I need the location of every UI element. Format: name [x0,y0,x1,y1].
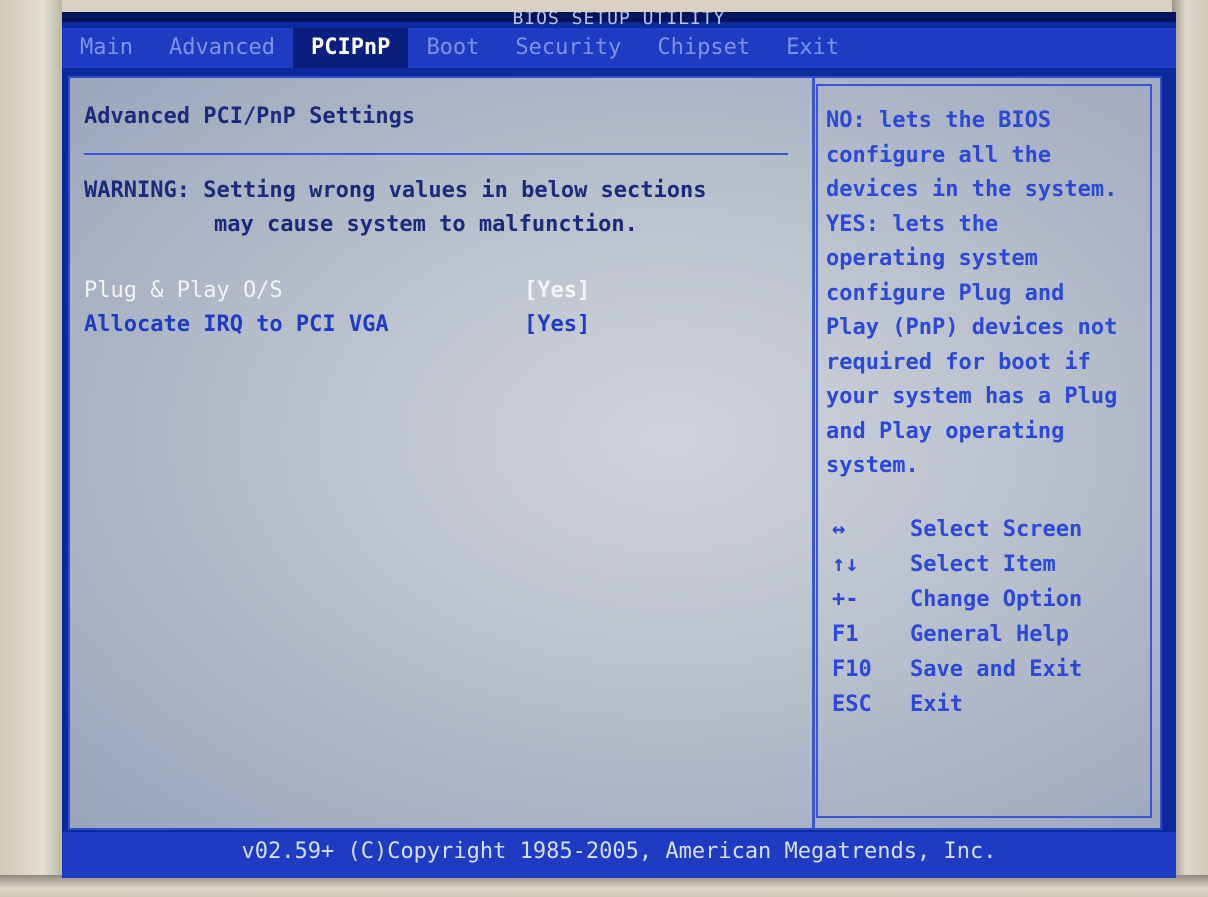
option-allocate-irq-pci-vga[interactable]: Allocate IRQ to PCI VGA [Yes] [84,309,784,341]
help-line: NO: lets the BIOS [826,108,1052,133]
monitor-bezel-right [1172,0,1208,897]
help-line: configure all the [826,142,1052,168]
warning-text-line1: WARNING: Setting wrong values in below s… [84,178,707,203]
key-name: F10 [832,657,872,682]
option-plug-and-play-os[interactable]: Plug & Play O/S [Yes] [84,275,784,307]
key-legend-row: F10 Save and Exit [832,652,1152,687]
help-line: operating system [826,246,1038,271]
option-label: Plug & Play O/S [84,278,283,303]
tab-bar: Main Advanced PCIPnP Boot Security Chips… [62,28,1176,68]
tab-main[interactable]: Main [62,28,151,68]
key-legend-row: F1 General Help [832,617,1152,652]
monitor-bezel-bottom [0,875,1208,897]
page-title: Advanced PCI/PnP Settings [84,104,416,129]
help-line: system. [826,453,919,478]
key-legend-row: +- Change Option [832,582,1152,617]
settings-list-pane: Advanced PCI/PnP Settings WARNING: Setti… [84,78,804,818]
up-down-arrow-icon: ↑↓ [832,552,859,577]
key-legend-row: ESC Exit [832,687,1152,722]
help-line: devices in the system. [826,177,1118,202]
plus-minus-icon: +- [832,587,859,612]
key-description: Change Option [910,587,1083,612]
option-label: Allocate IRQ to PCI VGA [84,312,389,337]
pane-divider [812,78,815,828]
key-name: F1 [832,622,859,647]
key-description: Select Item [910,552,1056,577]
key-description: Exit [910,692,963,717]
key-name: ESC [832,692,872,717]
help-line: Play (PnP) devices not [826,315,1118,340]
key-description: General Help [910,622,1069,647]
monitor-bezel-left [0,0,62,897]
help-line: YES: lets the [826,211,999,237]
help-line: required for boot if [826,349,1091,375]
tab-boot[interactable]: Boot [408,28,497,68]
key-description: Select Screen [910,517,1083,542]
option-value[interactable]: [Yes] [524,309,590,341]
help-line: and Play operating [826,418,1065,444]
tab-advanced[interactable]: Advanced [151,28,293,68]
heading-divider [84,153,788,155]
help-line: configure Plug and [826,280,1065,306]
tab-exit[interactable]: Exit [768,28,857,68]
help-line: your system has a Plug [826,384,1118,409]
settings-panel: Advanced PCI/PnP Settings WARNING: Setti… [68,76,1162,830]
tab-pcipnp[interactable]: PCIPnP [292,28,409,68]
left-right-arrow-icon: ↔ [832,517,846,542]
warning-text-line2: may cause system to malfunction. [214,212,638,237]
tab-chipset[interactable]: Chipset [639,28,768,68]
bios-title: BIOS SETUP UTILITY [512,12,726,28]
key-legend: ↔ Select Screen ↑↓ Select Item +- Change… [832,512,1152,722]
tab-security[interactable]: Security [497,28,639,68]
help-description: NO: lets the BIOS configure all the devi… [826,104,1150,484]
copyright-footer: v02.59+ (C)Copyright 1985-2005, American… [62,832,1176,878]
bios-screen: BIOS SETUP UTILITY Main Advanced PCIPnP … [62,12,1176,878]
key-legend-row: ↔ Select Screen [832,512,1152,547]
key-description: Save and Exit [910,657,1083,682]
option-value[interactable]: [Yes] [524,275,590,307]
key-legend-row: ↑↓ Select Item [832,547,1152,582]
